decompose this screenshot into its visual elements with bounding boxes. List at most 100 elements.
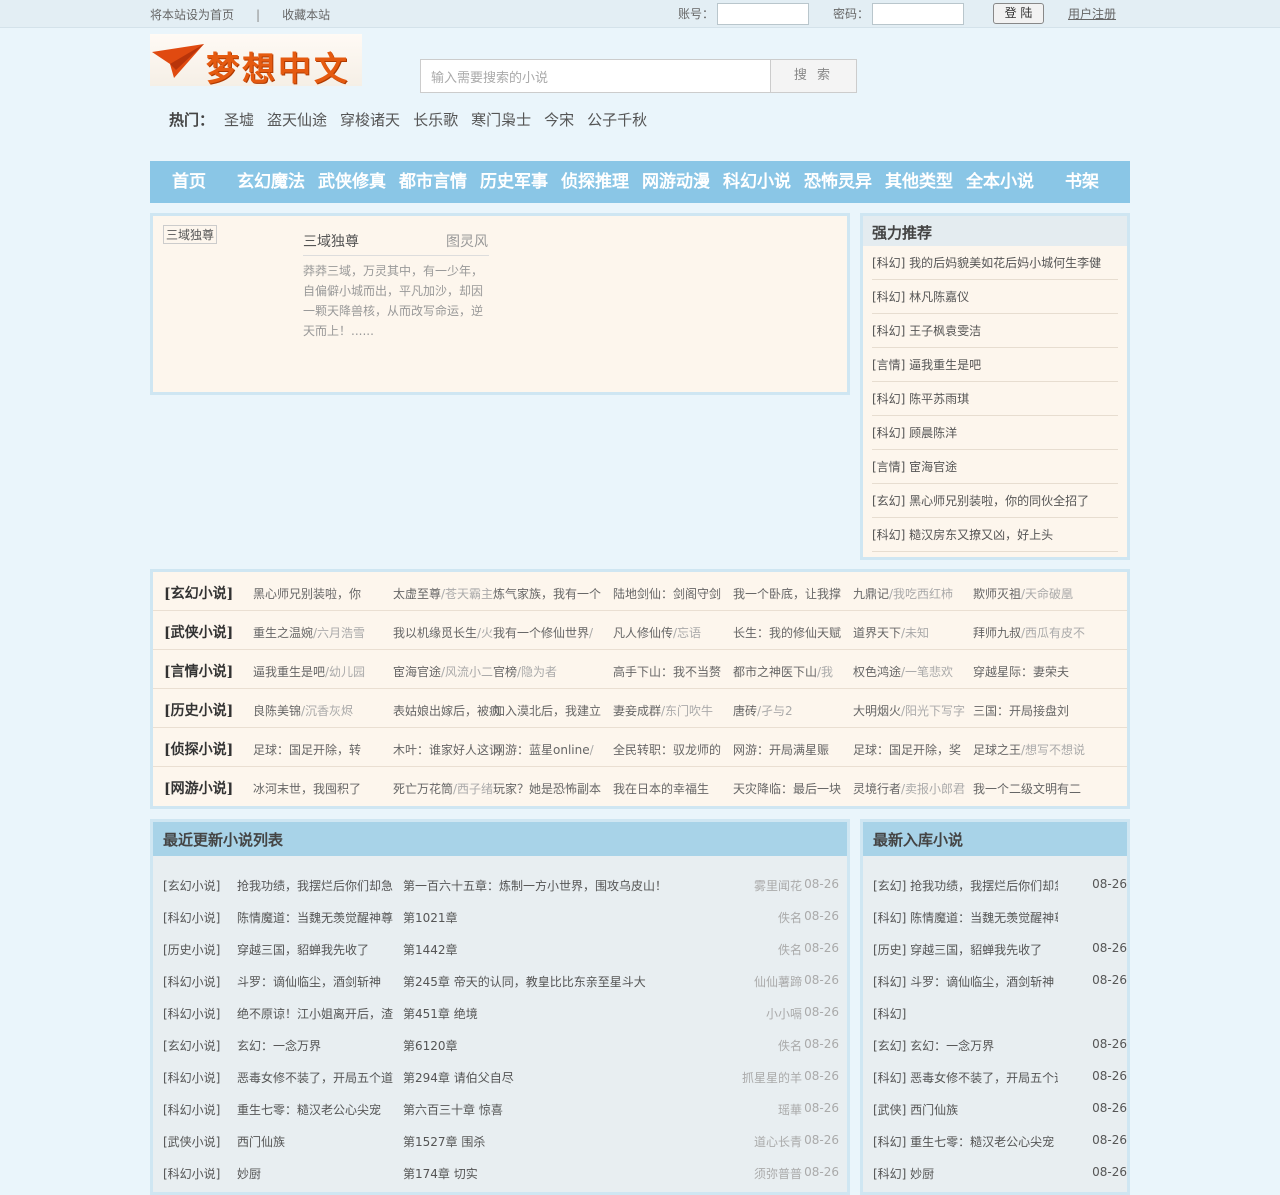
book-title[interactable]: 长生：我的修仙天赋 (733, 626, 841, 640)
latest-category[interactable]: [历史小说] (163, 941, 220, 958)
newin-book[interactable]: [科幻] 斗罗：谪仙临尘，酒剑斩神 (873, 973, 1058, 990)
category-book[interactable]: 三国：开局接盘刘 (973, 702, 1069, 719)
latest-category[interactable]: [科幻小说] (163, 973, 220, 990)
book-title[interactable]: 凡人修仙传 (613, 626, 673, 640)
latest-category[interactable]: [玄幻小说] (163, 877, 220, 894)
recommend-item[interactable]: [言情] 逼我重生是吧 (872, 348, 1118, 382)
book-title[interactable]: 官榜 (493, 665, 517, 679)
category-book[interactable]: 足球：国足开除，奖 (853, 741, 961, 758)
book-title[interactable]: 天灾降临：最后一块 (733, 782, 841, 796)
book-title[interactable]: 全民转职：驭龙师的 (613, 743, 721, 757)
newin-book[interactable]: [科幻] 妙厨 (873, 1165, 1058, 1182)
latest-author[interactable]: 佚名 (778, 909, 802, 926)
book-title[interactable]: 足球：国足开除，转 (253, 743, 361, 757)
category-book[interactable]: 宦海官途/风流小二 (393, 663, 493, 680)
category-book[interactable]: 逼我重生是吧/幼儿园 (253, 663, 365, 680)
recommend-item[interactable]: [科幻] 我的后妈貌美如花后妈小城何生李健 (872, 246, 1118, 280)
book-title[interactable]: 穿越星际：妻荣夫 (973, 665, 1069, 679)
latest-category[interactable]: [科幻小说] (163, 1101, 220, 1118)
book-title[interactable]: 我以机缘觅长生 (393, 626, 477, 640)
latest-author[interactable]: 瑶華 (778, 1101, 802, 1118)
book-title[interactable]: 我一个二级文明有二 (973, 782, 1081, 796)
category-book[interactable]: 我一个二级文明有二 (973, 780, 1081, 797)
latest-chapter[interactable]: 第451章 绝境 (403, 1005, 703, 1022)
newin-book[interactable]: [历史] 穿越三国，貂蝉我先收了 (873, 941, 1058, 958)
category-book[interactable]: 木叶：谁家好人这词 (393, 741, 501, 758)
book-title[interactable]: 九鼎记 (853, 587, 889, 601)
book-title[interactable]: 欺师灭祖 (973, 587, 1021, 601)
latest-book-name[interactable]: 重生七零：糙汉老公心尖宠 (237, 1101, 397, 1118)
latest-author[interactable]: 仙仙薯蹄 (754, 973, 802, 990)
category-book[interactable]: 太虚至尊/苍天霸主 (393, 585, 493, 602)
featured-cover[interactable]: 三域独尊 (163, 225, 218, 244)
category-book[interactable]: 足球之王/想写不想说 (973, 741, 1085, 758)
book-title[interactable]: 玩家？她是恐怖副本 (493, 782, 601, 796)
recommend-item[interactable]: [玄幻] 黑心师兄别装啦，你的同伙全招了 (872, 484, 1118, 518)
book-title[interactable]: 灵境行者 (853, 782, 901, 796)
latest-book-name[interactable]: 妙厨 (237, 1165, 397, 1182)
latest-author[interactable]: 须弥普普 (754, 1165, 802, 1182)
latest-author[interactable]: 小小嗝 (766, 1005, 802, 1022)
category-book[interactable]: 玩家？她是恐怖副本 (493, 780, 601, 797)
book-title[interactable]: 宦海官途 (393, 665, 441, 679)
category-book[interactable]: 天灾降临：最后一块 (733, 780, 841, 797)
latest-author[interactable]: 佚名 (778, 1037, 802, 1054)
book-title[interactable]: 妻妾成群 (613, 704, 661, 718)
category-book[interactable]: 九鼎记/我吃西红柿 (853, 585, 953, 602)
book-title[interactable]: 陆地剑仙：剑阁守剑 (613, 587, 721, 601)
book-title[interactable]: 我有一个修仙世界 (493, 626, 589, 640)
recommend-item[interactable]: [科幻] 顾晨陈洋 (872, 416, 1118, 450)
latest-book-name[interactable]: 恶毒女修不装了，开局五个道 (237, 1069, 397, 1086)
book-title[interactable]: 拜师九叔 (973, 626, 1021, 640)
book-title[interactable]: 炼气家族，我有一个 (493, 587, 601, 601)
recommend-item[interactable]: [科幻] 陈平苏雨琪 (872, 382, 1118, 416)
book-title[interactable]: 逼我重生是吧 (253, 665, 325, 679)
category-book[interactable]: 穿越星际：妻荣夫 (973, 663, 1069, 680)
recommend-item[interactable]: [科幻] 糙汉房东又撩又凶，好上头 (872, 518, 1118, 552)
latest-category[interactable]: [武侠小说] (163, 1133, 220, 1150)
book-title[interactable]: 网游：蓝星online (493, 743, 590, 757)
category-book[interactable]: 我一个卧底，让我撑 (733, 585, 841, 602)
newin-book[interactable]: [科幻] 恶毒女修不装了，开局五个道侣 (873, 1069, 1058, 1086)
latest-author[interactable]: 雾里闻花 (754, 877, 802, 894)
book-title[interactable]: 死亡万花筒 (393, 782, 453, 796)
book-title[interactable]: 网游：开局满星赈 (733, 743, 829, 757)
category-book[interactable]: 加入漠北后，我建立 (493, 702, 601, 719)
category-book[interactable]: 都市之神医下山/我 (733, 663, 833, 680)
book-title[interactable]: 黑心师兄别装啦，你 (253, 587, 361, 601)
book-title[interactable]: 唐砖 (733, 704, 757, 718)
category-book[interactable]: 网游：蓝星online/ (493, 741, 594, 758)
category-book[interactable]: 灵境行者/卖报小郎君 (853, 780, 965, 797)
book-title[interactable]: 冰河末世，我囤积了 (253, 782, 361, 796)
category-label[interactable]: [网游小说] (164, 778, 233, 798)
latest-category[interactable]: [科幻小说] (163, 1005, 220, 1022)
book-title[interactable]: 木叶：谁家好人这词 (393, 743, 501, 757)
category-book[interactable]: 表姑娘出嫁后，被疯 (393, 702, 501, 719)
book-title[interactable]: 高手下山：我不当赘 (613, 665, 721, 679)
category-book[interactable]: 我有一个修仙世界/ (493, 624, 593, 641)
book-title[interactable]: 都市之神医下山 (733, 665, 817, 679)
latest-author[interactable]: 抓星星的羊 (742, 1069, 802, 1086)
book-title[interactable]: 权色鸿途 (853, 665, 901, 679)
category-book[interactable]: 良陈美锦/沉香灰烬 (253, 702, 353, 719)
category-label[interactable]: [历史小说] (164, 700, 233, 720)
latest-book-name[interactable]: 抢我功绩，我摆烂后你们却急 (237, 877, 397, 894)
category-book[interactable]: 长生：我的修仙天赋 (733, 624, 841, 641)
latest-category[interactable]: [玄幻小说] (163, 1037, 220, 1054)
category-book[interactable]: 冰河末世，我囤积了 (253, 780, 361, 797)
latest-book-name[interactable]: 绝不原谅！江小姐离开后，渣 (237, 1005, 397, 1022)
book-title[interactable]: 太虚至尊 (393, 587, 441, 601)
category-book[interactable]: 拜师九叔/西瓜有皮不 (973, 624, 1085, 641)
category-label[interactable]: [侦探小说] (164, 739, 233, 759)
latest-chapter[interactable]: 第294章 请伯父自尽 (403, 1069, 703, 1086)
category-book[interactable]: 足球：国足开除，转 (253, 741, 361, 758)
category-book[interactable]: 全民转职：驭龙师的 (613, 741, 721, 758)
newin-book[interactable]: [玄幻] 抢我功绩，我摆烂后你们却急了 (873, 877, 1058, 894)
recommend-item[interactable]: [言情] 宦海官途 (872, 450, 1118, 484)
latest-chapter[interactable]: 第1442章 (403, 941, 703, 958)
category-book[interactable]: 陆地剑仙：剑阁守剑 (613, 585, 721, 602)
book-title[interactable]: 大明烟火 (853, 704, 901, 718)
book-title[interactable]: 表姑娘出嫁后，被疯 (393, 704, 501, 718)
category-book[interactable]: 官榜/隐为者 (493, 663, 557, 680)
category-book[interactable]: 黑心师兄别装啦，你 (253, 585, 361, 602)
